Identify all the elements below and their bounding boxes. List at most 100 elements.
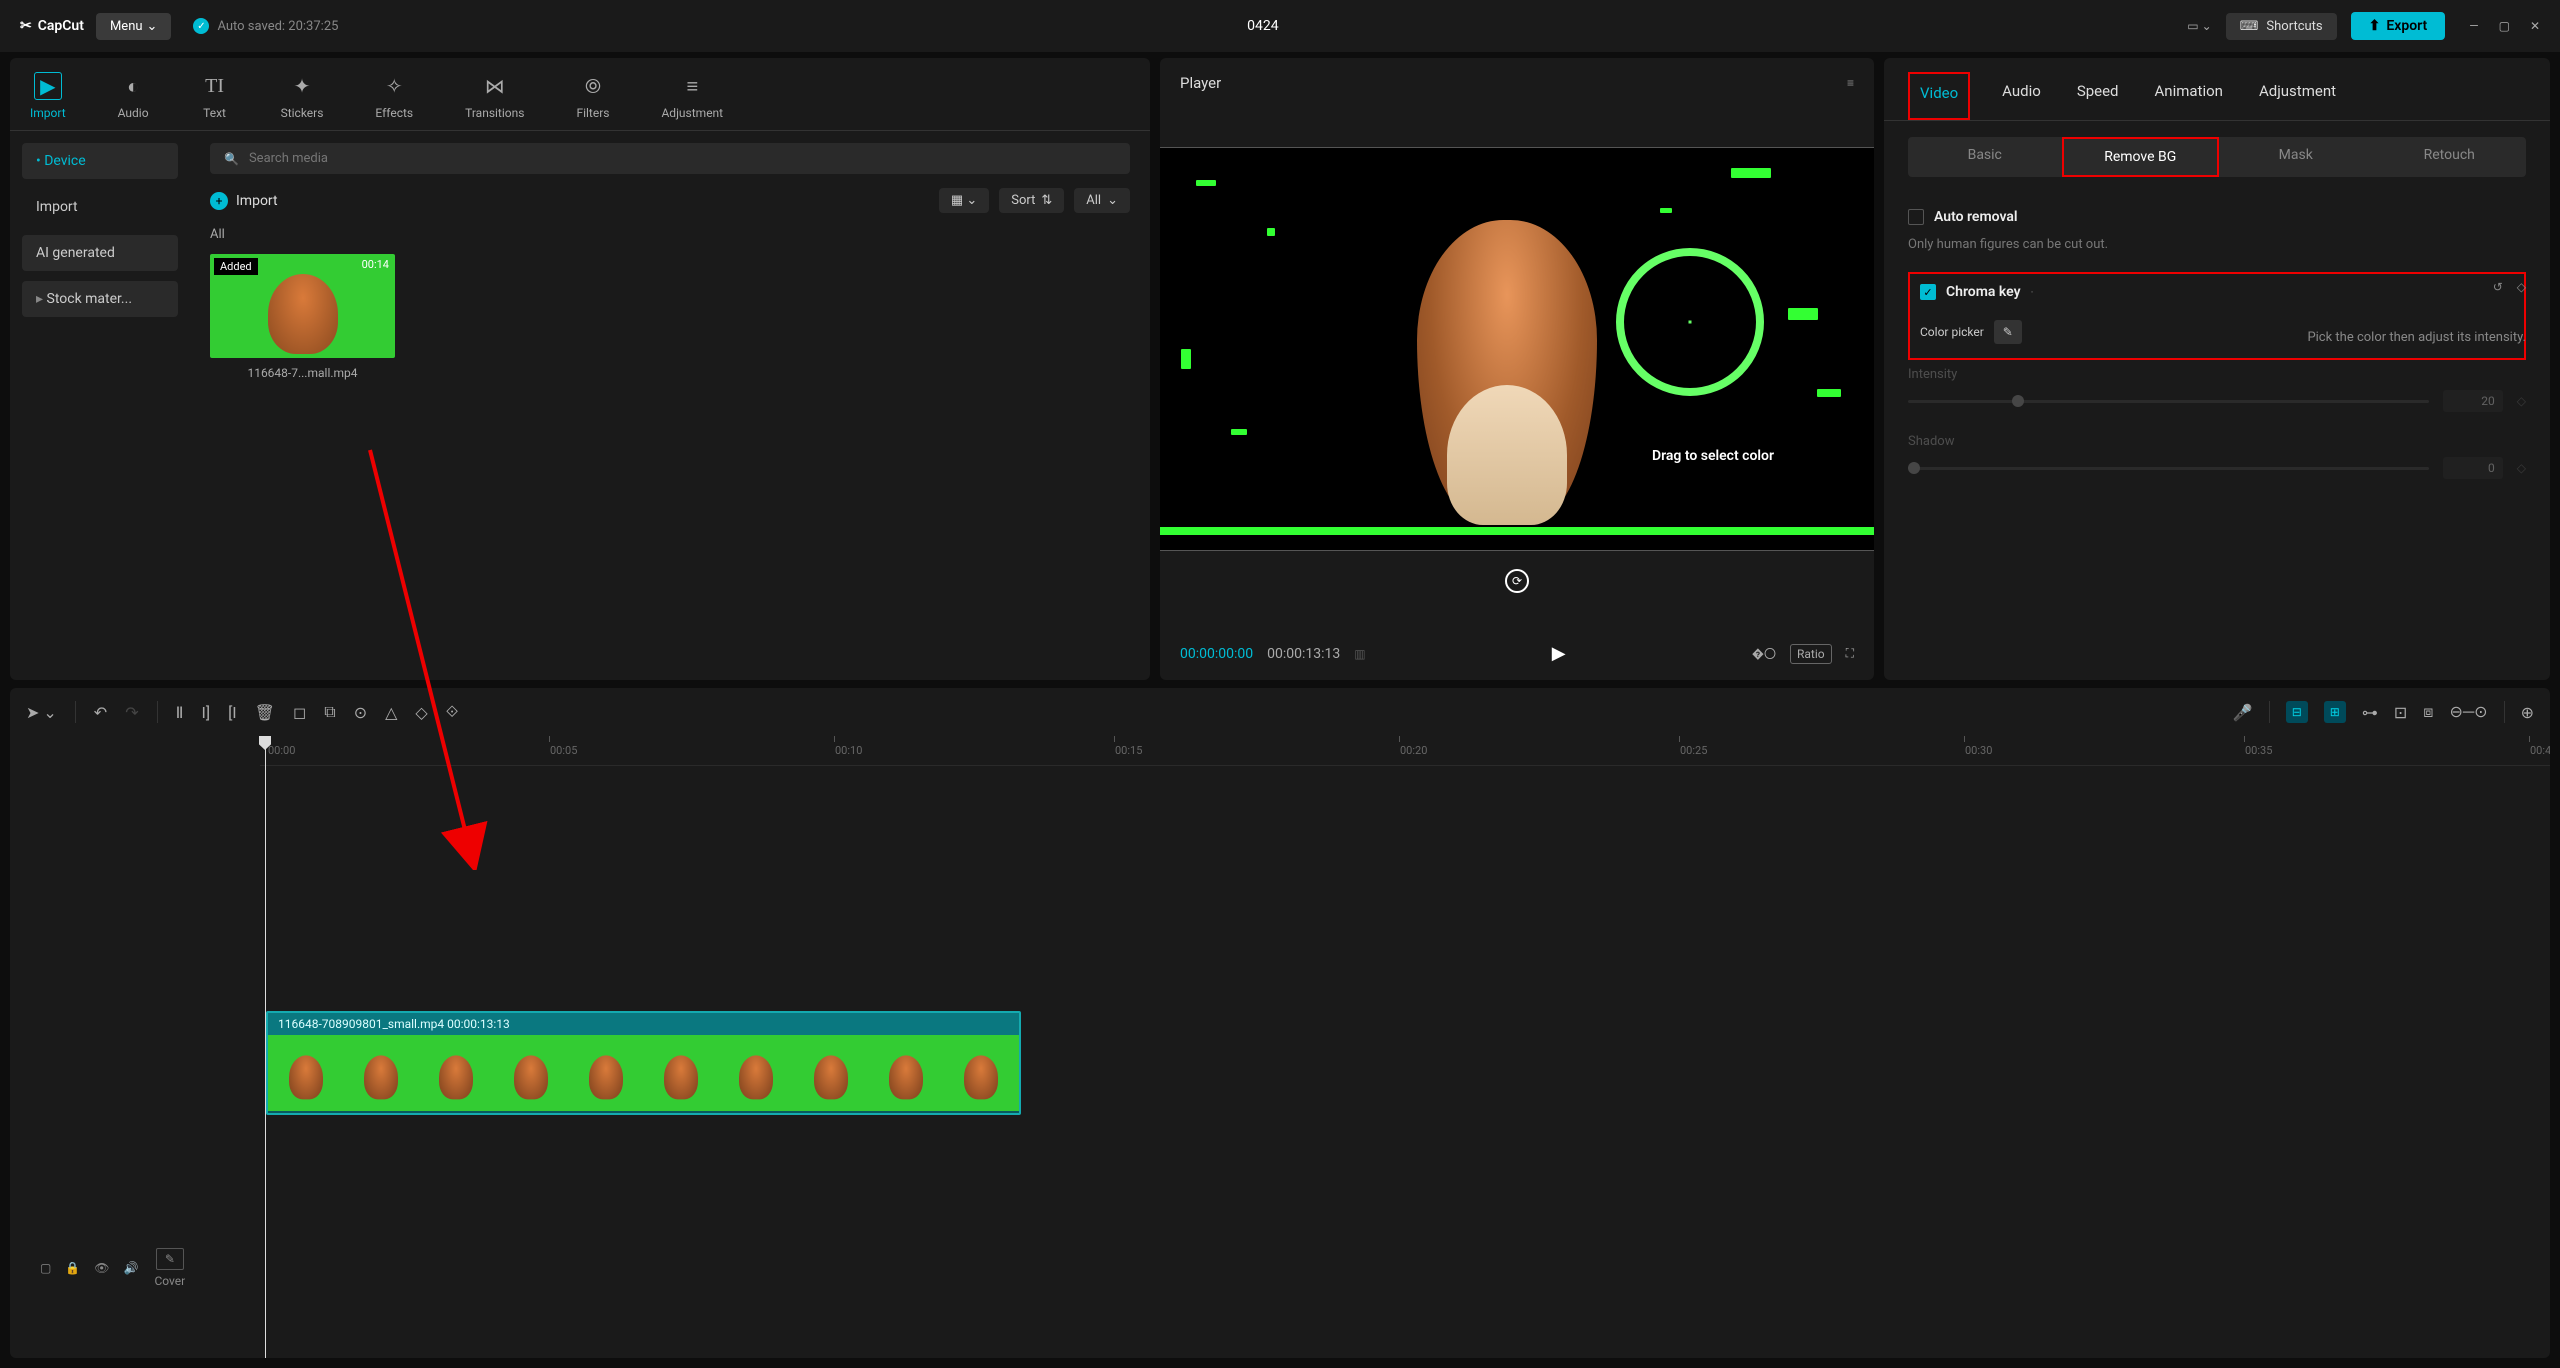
- color-picker-hint: Pick the color then adjust its intensity…: [2307, 330, 2526, 345]
- tab-adjustment[interactable]: ≡Adjustment: [651, 66, 733, 130]
- subtab-mask[interactable]: Mask: [2219, 137, 2373, 177]
- cover-button[interactable]: ✎ Cover: [154, 1248, 185, 1288]
- sidebar-item-device[interactable]: Device: [22, 143, 178, 179]
- layout-icon[interactable]: ▭ ⌄: [2187, 19, 2211, 33]
- view-toggle[interactable]: ▦ ⌄: [939, 188, 989, 213]
- inspector-tab-speed[interactable]: Speed: [2073, 72, 2123, 120]
- subtab-basic[interactable]: Basic: [1908, 137, 2062, 177]
- timeline[interactable]: 00:00 00:05 00:10 00:15 00:20 00:25 00:3…: [10, 736, 2550, 1358]
- delete-tool[interactable]: 🗑: [255, 703, 275, 722]
- focus-icon[interactable]: �〇: [1752, 645, 1776, 662]
- sidebar-item-import[interactable]: Import: [22, 189, 178, 225]
- crop-tool[interactable]: ⟐: [446, 702, 459, 722]
- tab-filters[interactable]: ⦾Filters: [566, 66, 619, 130]
- tab-stickers[interactable]: ✦Stickers: [271, 66, 334, 130]
- tab-audio[interactable]: ◐Audio: [108, 66, 159, 130]
- ruler[interactable]: 00:00 00:05 00:10 00:15 00:20 00:25 00:3…: [260, 736, 2550, 766]
- keyframe-icon[interactable]: ◇: [2517, 280, 2526, 294]
- duration-badge: 00:14: [362, 258, 389, 271]
- auto-removal-checkbox[interactable]: [1908, 209, 1924, 225]
- tab-text[interactable]: TIText: [191, 66, 239, 130]
- columns-icon[interactable]: ▥: [1354, 647, 1365, 661]
- lock-icon[interactable]: 🔒: [65, 1261, 80, 1275]
- keyframe-icon[interactable]: ◇: [2517, 394, 2526, 408]
- media-item[interactable]: Added 00:14 116648-7...mall.mp4: [210, 254, 395, 380]
- playhead[interactable]: [265, 736, 266, 1358]
- color-picker-ring[interactable]: [1616, 248, 1764, 396]
- inspector-tab-adjustment[interactable]: Adjustment: [2255, 72, 2340, 120]
- mirror-tool[interactable]: △: [385, 703, 397, 722]
- intensity-slider[interactable]: [1908, 400, 2429, 403]
- tab-effects[interactable]: ✧Effects: [365, 66, 423, 130]
- eye-icon[interactable]: 👁: [94, 1261, 109, 1275]
- rotate-handle[interactable]: ⟳: [1505, 569, 1529, 593]
- inspector-tab-animation[interactable]: Animation: [2151, 72, 2227, 120]
- top-tabs: ▶Import ◐Audio TIText ✦Stickers ✧Effects…: [10, 58, 1150, 131]
- color-picker-label: Color picker: [1920, 325, 1984, 339]
- maximize-icon[interactable]: ▢: [2499, 19, 2510, 33]
- menu-button[interactable]: Menu⌄: [96, 13, 172, 40]
- upload-icon: ⬆: [2369, 18, 2381, 34]
- close-icon[interactable]: ✕: [2530, 19, 2540, 33]
- player-menu-icon[interactable]: ≡: [1847, 76, 1854, 90]
- drag-hint: Drag to select color: [1652, 448, 1774, 464]
- app-logo: ✂ CapCut: [20, 18, 84, 34]
- shadow-value[interactable]: 0: [2443, 457, 2503, 479]
- cursor-tool[interactable]: ➤ ⌄: [26, 703, 57, 722]
- autosave-status: ✓ Auto saved: 20:37:25: [193, 18, 338, 34]
- split-tool[interactable]: Ⅱ: [176, 703, 184, 722]
- fullscreen-icon[interactable]: ⛶: [1846, 646, 1854, 661]
- intensity-label: Intensity: [1908, 367, 2526, 382]
- magnet-toggle[interactable]: ⊞: [2324, 701, 2346, 723]
- shadow-slider[interactable]: [1908, 467, 2429, 470]
- timeline-clip[interactable]: 116648-708909801_small.mp4 00:00:13:13: [266, 1011, 1021, 1115]
- fit-zoom[interactable]: ⊕: [2521, 703, 2534, 722]
- link-toggle[interactable]: ⊶: [2362, 703, 2378, 722]
- sidebar-item-ai[interactable]: AI generated: [22, 235, 178, 271]
- tab-transitions[interactable]: ⋈Transitions: [455, 66, 534, 130]
- preview-toggle[interactable]: ⊡: [2394, 703, 2407, 722]
- search-icon: 🔍: [224, 152, 239, 166]
- redo-button[interactable]: ↷: [125, 703, 138, 722]
- import-button[interactable]: + Import: [210, 192, 278, 210]
- export-button[interactable]: ⬆ Export: [2351, 12, 2446, 40]
- zoom-out[interactable]: ⊖─⊙: [2449, 702, 2487, 722]
- chroma-key-checkbox[interactable]: ✓: [1920, 284, 1936, 300]
- time-current: 00:00:00:00: [1180, 646, 1253, 662]
- play-button[interactable]: ▶: [1552, 643, 1566, 664]
- sort-button[interactable]: Sort ⇅: [999, 188, 1064, 213]
- split-right-tool[interactable]: [I: [228, 703, 237, 722]
- subtab-retouch[interactable]: Retouch: [2373, 137, 2527, 177]
- search-input[interactable]: 🔍: [210, 143, 1130, 174]
- inspector-tab-video[interactable]: Video: [1908, 72, 1970, 120]
- undo-button[interactable]: ↶: [94, 703, 107, 722]
- track-box-icon[interactable]: ▢: [40, 1261, 51, 1275]
- subtab-removebg[interactable]: Remove BG: [2062, 137, 2220, 177]
- marker-tool[interactable]: ◻: [293, 703, 306, 722]
- track-toggle[interactable]: ⧈: [2423, 702, 2433, 722]
- reverse-tool[interactable]: ⊙: [354, 703, 367, 722]
- split-left-tool[interactable]: I]: [201, 703, 210, 722]
- inspector-tab-audio[interactable]: Audio: [1998, 72, 2045, 120]
- copy-tool[interactable]: ⧉: [324, 702, 335, 722]
- preview-frame[interactable]: Drag to select color: [1160, 147, 1874, 551]
- snap-toggle[interactable]: ⊟: [2286, 701, 2308, 723]
- rotate-tool[interactable]: ◇: [415, 703, 427, 722]
- mute-icon[interactable]: 🔊: [124, 1261, 139, 1275]
- app-name: CapCut: [38, 18, 84, 34]
- ratio-button[interactable]: Ratio: [1790, 644, 1832, 664]
- media-filename: 116648-7...mall.mp4: [210, 366, 395, 380]
- mic-icon[interactable]: 🎤: [2233, 703, 2253, 722]
- added-badge: Added: [214, 258, 258, 275]
- minimize-icon[interactable]: —: [2469, 19, 2478, 33]
- timeline-toolbar: ➤ ⌄ ↶ ↷ Ⅱ I] [I 🗑 ◻ ⧉ ⊙ △ ◇ ⟐ 🎤 ⊟ ⊞ ⊶ ⊡ …: [10, 688, 2550, 736]
- eyedropper-button[interactable]: ✎: [1994, 320, 2022, 344]
- intensity-value[interactable]: 20: [2443, 390, 2503, 412]
- filter-all[interactable]: All ⌄: [1074, 188, 1130, 213]
- tab-import[interactable]: ▶Import: [20, 66, 76, 130]
- reset-icon[interactable]: ↺: [2493, 280, 2503, 294]
- sidebar-item-stock[interactable]: ▸ Stock mater...: [22, 281, 178, 317]
- shortcuts-button[interactable]: ⌨ Shortcuts: [2226, 13, 2337, 40]
- logo-icon: ✂: [20, 18, 32, 34]
- keyframe-icon[interactable]: ◇: [2517, 461, 2526, 475]
